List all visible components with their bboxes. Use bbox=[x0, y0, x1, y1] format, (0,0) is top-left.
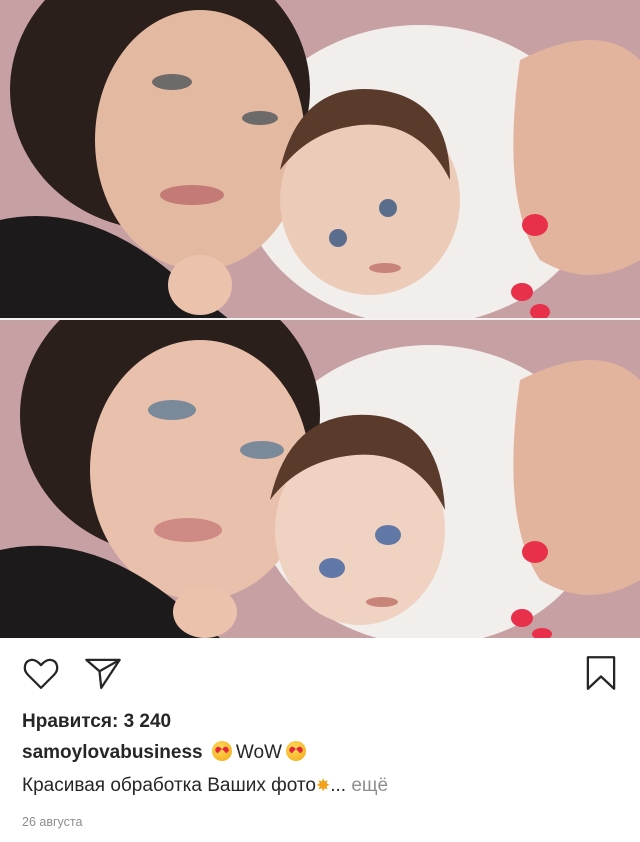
caption-username[interactable]: samoylovabusiness bbox=[22, 742, 203, 763]
description-ellipsis: ... bbox=[330, 775, 347, 796]
heart-eyes-emoji bbox=[285, 741, 306, 761]
description-text: Красивая обработка Ваших фото bbox=[22, 775, 316, 796]
sparkle-emoji: ✸ bbox=[315, 776, 331, 795]
paper-plane-icon[interactable] bbox=[82, 652, 124, 694]
more-link[interactable]: ещё bbox=[351, 775, 388, 796]
bookmark-icon[interactable] bbox=[580, 652, 622, 694]
post-photo-top[interactable] bbox=[0, 0, 640, 320]
caption-text: WoW bbox=[235, 742, 282, 763]
instagram-post: Нравится: 3 240 samoylovabusiness WoW Кр… bbox=[0, 0, 640, 842]
heart-icon[interactable] bbox=[20, 652, 62, 694]
heart-eyes-emoji bbox=[211, 741, 232, 761]
mother-baby-illustration-top bbox=[0, 0, 640, 320]
description: Красивая обработка Ваших фото✸... ещё bbox=[22, 775, 388, 797]
post-date: 26 августа bbox=[22, 815, 83, 829]
caption: samoylovabusiness WoW bbox=[22, 741, 310, 764]
likes-count[interactable]: Нравится: 3 240 bbox=[22, 711, 171, 733]
post-action-bar bbox=[0, 652, 640, 700]
post-photo-bottom[interactable] bbox=[0, 320, 640, 638]
mother-baby-illustration-bottom bbox=[0, 320, 640, 638]
